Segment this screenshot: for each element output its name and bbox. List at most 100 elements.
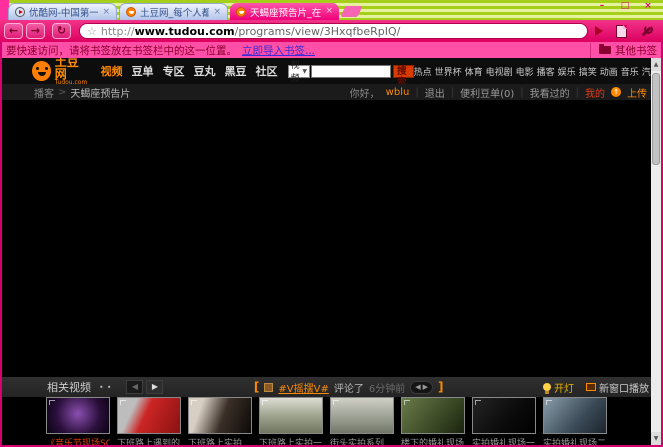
related-video-item[interactable]: 《音乐节现场SOD <box>46 397 110 445</box>
video-caption[interactable]: 实拍婚礼现场二 <box>543 436 607 445</box>
new-tab-button[interactable] <box>340 6 362 17</box>
video-player-area[interactable] <box>2 100 661 377</box>
divider: | <box>576 87 579 98</box>
video-thumbnail[interactable] <box>188 397 252 434</box>
site-header: 土豆网 Tudou.com 视频 豆单 专区 豆丸 黑豆 社区 视频 ▼ 搜索 … <box>2 58 661 84</box>
browser-toolbar: ← → ↻ ☆ http://www.tudou.com/programs/vi… <box>0 20 663 42</box>
page-menu-icon[interactable] <box>616 25 627 38</box>
video-caption[interactable]: 《音乐节现场SOD <box>46 436 110 445</box>
new-window-play[interactable]: 新窗口播放 <box>586 380 649 395</box>
related-video-item[interactable]: 实拍婚礼现场一 <box>472 397 536 445</box>
video-thumbnail[interactable] <box>401 397 465 434</box>
address-bar[interactable]: ☆ http://www.tudou.com/programs/view/3Hx… <box>79 23 588 39</box>
cat-entertainment[interactable]: 娱乐 <box>558 65 576 78</box>
tab-title: 土豆网_每个人都是生活... <box>140 5 209 19</box>
lights-toggle[interactable]: 开灯 <box>543 380 574 395</box>
watched-link[interactable]: 我看过的 <box>530 85 570 100</box>
cat-sports[interactable]: 体育 <box>465 65 483 78</box>
playlist-link[interactable]: 便利豆单(0) <box>460 85 514 100</box>
video-caption[interactable]: 街头实拍系列 <box>330 436 394 445</box>
url-scheme: http:// <box>101 25 135 38</box>
forward-button[interactable]: → <box>26 23 45 39</box>
cat-music[interactable]: 音乐 <box>621 65 639 78</box>
video-caption[interactable]: 下班路上遇到的 <box>117 436 181 445</box>
bookmarks-bar: 要快速访问，请将书签放在书签栏中的这一位置。 立即导入书签... 其他书签 <box>0 42 663 58</box>
minimize-button[interactable]: – <box>595 1 609 11</box>
related-next-button[interactable]: ▶ <box>146 380 163 394</box>
video-thumbnail[interactable] <box>330 397 394 434</box>
nav-douwan[interactable]: 豆丸 <box>194 63 216 79</box>
tudou-logo[interactable]: 土豆网 Tudou.com <box>32 58 89 86</box>
url-host: www.tudou.com <box>135 25 235 38</box>
scrollbar-thumb[interactable] <box>652 73 660 165</box>
other-bookmarks[interactable]: 其他书签 <box>590 43 657 58</box>
commenter-name-link[interactable]: #V摇摆V# <box>278 380 328 395</box>
logo-name: 土豆网 <box>55 58 89 80</box>
related-prev-button[interactable]: ◀ <box>126 380 143 394</box>
cat-worldcup[interactable]: 世界杯NEW <box>435 65 462 78</box>
video-thumbnail[interactable] <box>472 397 536 434</box>
nav-zones[interactable]: 专区 <box>163 63 185 79</box>
breadcrumb-root[interactable]: 播客 <box>34 85 54 100</box>
scroll-down-arrow[interactable]: ▼ <box>651 432 661 445</box>
related-video-item[interactable]: 下班路上实拍 <box>188 397 252 445</box>
video-caption[interactable]: 实拍婚礼现场一 <box>472 436 536 445</box>
ticker-open-bracket: [ <box>254 380 259 394</box>
chevron-down-icon: ▼ <box>302 68 307 75</box>
video-thumbnail[interactable] <box>117 397 181 434</box>
my-stuff-link[interactable]: 我的 <box>585 85 605 100</box>
upload-link[interactable]: 上传 <box>627 85 647 100</box>
cat-podcast[interactable]: 播客 <box>537 65 555 78</box>
ticker-prev-icon[interactable]: ◀ <box>415 382 420 393</box>
tab-video-active[interactable]: 天蝎座预告片_在线视频... × <box>230 3 339 20</box>
tab-youku[interactable]: 优酷网-中国第一视频网 × <box>8 3 117 20</box>
ticker-next-icon[interactable]: ▶ <box>423 382 428 393</box>
reload-button[interactable]: ↻ <box>52 23 71 39</box>
nav-community[interactable]: 社区 <box>256 63 278 79</box>
bookmark-star-icon[interactable]: ☆ <box>87 26 97 37</box>
lightbulb-icon <box>543 383 551 391</box>
related-video-item[interactable]: 街头实拍系列 <box>330 397 394 445</box>
nav-playlists[interactable]: 豆单 <box>132 63 154 79</box>
maximize-button[interactable]: □ <box>618 1 632 11</box>
related-video-item[interactable]: 下班路上实拍一 <box>259 397 323 445</box>
video-thumbnail[interactable] <box>543 397 607 434</box>
cat-animation[interactable]: 动画 <box>600 65 618 78</box>
related-videos-title: 相关视频 <box>47 379 91 395</box>
tab-close-icon[interactable]: × <box>102 8 110 17</box>
cat-movie[interactable]: 电影 <box>516 65 534 78</box>
search-category-select[interactable]: 视频 ▼ <box>288 65 310 78</box>
nav-heidou[interactable]: 黑豆 <box>225 63 247 79</box>
page-scrollbar[interactable]: ▲ ▼ <box>651 58 661 445</box>
upload-icon: ↑ <box>611 87 621 97</box>
logout-link[interactable]: 退出 <box>425 85 445 100</box>
search-input[interactable] <box>311 65 391 78</box>
tudou-favicon <box>126 7 136 17</box>
related-video-item[interactable]: 实拍婚礼现场二 <box>543 397 607 445</box>
related-video-item[interactable]: 下班路上遇到的 <box>117 397 181 445</box>
video-caption[interactable]: 下班路上实拍 <box>188 436 252 445</box>
related-video-item[interactable]: 楼下的婚礼现场 <box>401 397 465 445</box>
cat-tv[interactable]: 电视剧 <box>486 65 513 78</box>
wrench-menu-icon[interactable] <box>640 25 653 38</box>
tab-close-icon[interactable]: × <box>325 7 333 16</box>
search-button[interactable]: 搜索 <box>393 65 414 78</box>
back-button[interactable]: ← <box>4 23 23 39</box>
search-category-value: 视频 <box>291 58 301 84</box>
video-thumbnail[interactable] <box>46 397 110 434</box>
secondary-nav: 热点 世界杯NEW 体育 电视剧 电影 播客 娱乐 搞笑 动画 音乐 汽车 财富… <box>414 65 661 78</box>
cat-funny[interactable]: 搞笑 <box>579 65 597 78</box>
scroll-up-arrow[interactable]: ▲ <box>651 58 661 71</box>
url-text: http://www.tudou.com/programs/view/3Hxqf… <box>101 25 401 38</box>
close-button[interactable]: × <box>641 1 655 11</box>
video-thumbnail[interactable] <box>259 397 323 434</box>
go-button[interactable] <box>595 26 603 36</box>
cat-hot[interactable]: 热点 <box>414 65 432 78</box>
tab-tudou-home[interactable]: 土豆网_每个人都是生活... × <box>119 3 228 20</box>
video-caption[interactable]: 下班路上实拍一 <box>259 436 323 445</box>
video-caption[interactable]: 楼下的婚礼现场 <box>401 436 465 445</box>
tab-close-icon[interactable]: × <box>213 8 221 17</box>
nav-video[interactable]: 视频 <box>101 63 123 79</box>
import-bookmarks-link[interactable]: 立即导入书签... <box>242 43 315 58</box>
username-link[interactable]: wblu <box>386 87 410 98</box>
